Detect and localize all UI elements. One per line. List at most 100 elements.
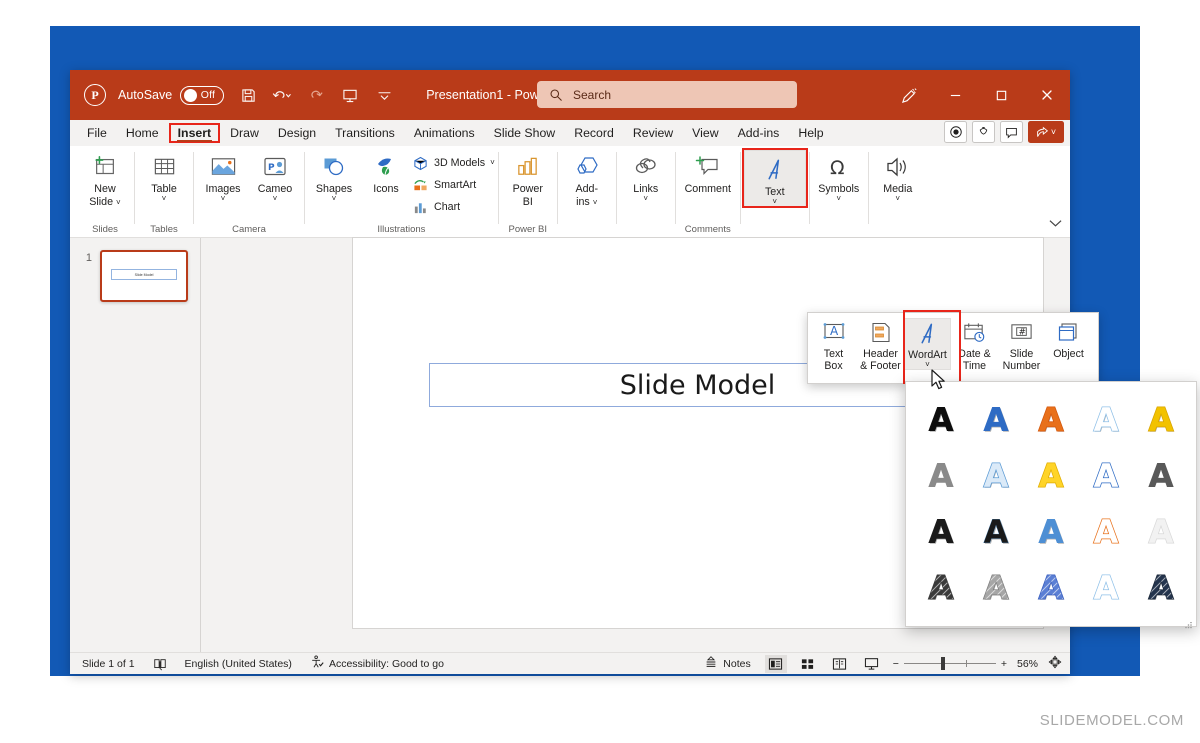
accessibility-status[interactable]: Accessibility: Good to go bbox=[310, 655, 444, 672]
tab-design[interactable]: Design bbox=[269, 124, 325, 142]
collapse-ribbon-chevron-icon[interactable] bbox=[1049, 219, 1062, 231]
wordart-style-12[interactable]: AA bbox=[969, 504, 1024, 560]
resize-grip-icon[interactable] bbox=[1185, 616, 1192, 629]
chevron-down-icon: ˅ bbox=[331, 194, 337, 203]
wordart-style-1[interactable]: AA bbox=[914, 392, 969, 448]
language-label[interactable]: English (United States) bbox=[185, 658, 292, 670]
share-button[interactable]: ˅ bbox=[1028, 121, 1064, 143]
undo-icon[interactable] bbox=[272, 84, 292, 106]
wordart-style-5[interactable]: AA bbox=[1133, 392, 1188, 448]
start-presentation-icon[interactable] bbox=[340, 84, 360, 106]
date-time-menu-item[interactable]: Date & Time bbox=[951, 318, 998, 372]
share-chevron-icon: ˅ bbox=[1050, 127, 1057, 137]
wordart-style-14[interactable]: A bbox=[1078, 504, 1133, 560]
images-button[interactable]: Images ˅ bbox=[197, 150, 249, 203]
thumbnail-row: 1 Slide Model bbox=[70, 238, 200, 302]
wordart-style-19[interactable]: AA bbox=[1078, 560, 1133, 616]
new-slide-button[interactable]: New Slide ˅ bbox=[79, 150, 131, 208]
accessibility-label: Accessibility: Good to go bbox=[328, 657, 444, 670]
chart-button[interactable]: Chart bbox=[412, 197, 495, 217]
wordart-menu-item[interactable]: WordArt ˅ bbox=[904, 318, 951, 370]
maximize-icon[interactable] bbox=[978, 70, 1024, 120]
comment-button[interactable]: Comment bbox=[679, 150, 737, 195]
wordart-style-9[interactable]: A bbox=[1078, 448, 1133, 504]
tab-file[interactable]: File bbox=[78, 124, 116, 142]
quick-access-more-icon[interactable] bbox=[374, 84, 394, 106]
reading-view-icon[interactable] bbox=[829, 655, 851, 673]
copilot-icon[interactable] bbox=[972, 121, 995, 143]
shapes-button[interactable]: Shapes ˅ bbox=[308, 150, 360, 203]
pen-tools-icon[interactable] bbox=[886, 70, 932, 120]
normal-view-icon[interactable] bbox=[764, 654, 787, 673]
save-icon[interactable] bbox=[238, 84, 258, 106]
tab-add-ins[interactable]: Add-ins bbox=[729, 124, 789, 142]
slide-thumbnail-pane[interactable]: 1 Slide Model bbox=[70, 238, 200, 652]
slide-thumbnail-1[interactable]: Slide Model bbox=[100, 250, 188, 302]
wordart-style-17[interactable]: AAA bbox=[969, 560, 1024, 616]
wordart-style-20[interactable]: AAA bbox=[1133, 560, 1188, 616]
links-button[interactable]: Links ˅ bbox=[620, 150, 672, 203]
chevron-down-icon: ˅ bbox=[925, 360, 930, 369]
media-button[interactable]: Media ˅ bbox=[872, 150, 924, 203]
notes-button[interactable]: Notes bbox=[704, 655, 751, 672]
tab-slide-show[interactable]: Slide Show bbox=[485, 124, 565, 142]
symbols-button[interactable]: Ω Symbols ˅ bbox=[813, 150, 865, 203]
fit-to-window-icon[interactable] bbox=[1048, 655, 1062, 672]
power-bi-button[interactable]: Power BI bbox=[502, 150, 554, 208]
autosave-toggle[interactable]: Off bbox=[180, 85, 225, 105]
add-ins-button[interactable]: Add- ins ˅ bbox=[561, 150, 613, 208]
zoom-track[interactable] bbox=[903, 656, 996, 670]
icons-button[interactable]: Icons bbox=[360, 150, 412, 195]
wordart-style-8[interactable]: A bbox=[1024, 448, 1079, 504]
wordart-style-13[interactable]: AA bbox=[1024, 504, 1079, 560]
wordart-style-3[interactable]: AA bbox=[1024, 392, 1079, 448]
close-icon[interactable] bbox=[1024, 70, 1070, 120]
header-footer-menu-item[interactable]: Header & Footer bbox=[857, 318, 904, 372]
chevron-down-icon: ˅ bbox=[272, 194, 278, 203]
wordart-style-16[interactable]: AAA bbox=[914, 560, 969, 616]
tab-draw[interactable]: Draw bbox=[221, 124, 268, 142]
text-box-menu-item[interactable]: A Text Box bbox=[810, 318, 857, 372]
slide-sorter-icon[interactable] bbox=[797, 655, 819, 673]
zoom-slider[interactable]: − + bbox=[893, 656, 1007, 670]
zoom-out-icon[interactable]: − bbox=[893, 658, 899, 670]
slide-number-menu-item[interactable]: # Slide Number bbox=[998, 318, 1045, 372]
wordart-style-gallery: AAAAAAAAAAAAAAAAAAAAAAAAAAAAAAAAAAAAAA bbox=[905, 381, 1197, 629]
comments-icon[interactable] bbox=[1000, 121, 1023, 143]
zoom-thumb[interactable] bbox=[940, 656, 945, 670]
redo-icon[interactable] bbox=[306, 84, 326, 106]
zoom-in-icon[interactable]: + bbox=[1001, 658, 1007, 670]
smartart-button[interactable]: SmartArt bbox=[412, 175, 495, 195]
tab-record[interactable]: Record bbox=[565, 124, 623, 142]
wordart-style-7[interactable]: AA bbox=[969, 448, 1024, 504]
tab-insert[interactable]: Insert bbox=[168, 123, 221, 143]
wordart-style-4[interactable]: AA bbox=[1078, 392, 1133, 448]
wordart-style-6[interactable]: A bbox=[914, 448, 969, 504]
table-button[interactable]: Table ˅ bbox=[138, 150, 190, 203]
tab-view[interactable]: View bbox=[683, 124, 727, 142]
wordart-style-15[interactable]: A bbox=[1133, 504, 1188, 560]
power-bi-label-1: Power bbox=[512, 183, 543, 195]
wordart-style-11[interactable]: AA bbox=[914, 504, 969, 560]
object-menu-item[interactable]: Object bbox=[1045, 318, 1092, 360]
record-circle-icon[interactable] bbox=[944, 121, 967, 143]
media-speaker-icon bbox=[885, 152, 911, 182]
tab-help[interactable]: Help bbox=[789, 124, 832, 142]
window-controls bbox=[886, 70, 1070, 120]
tab-home[interactable]: Home bbox=[117, 124, 168, 142]
wordart-style-2[interactable]: AA bbox=[969, 392, 1024, 448]
tab-animations[interactable]: Animations bbox=[405, 124, 484, 142]
minimize-icon[interactable] bbox=[932, 70, 978, 120]
cameo-button[interactable]: P Cameo ˅ bbox=[249, 150, 301, 203]
tab-review[interactable]: Review bbox=[624, 124, 682, 142]
notes-page-icon[interactable] bbox=[153, 657, 167, 671]
text-button[interactable]: Text ˅ bbox=[741, 148, 808, 208]
wordart-style-10[interactable]: A bbox=[1133, 448, 1188, 504]
search-input[interactable]: Search bbox=[537, 81, 797, 108]
3d-models-button[interactable]: 3D Models ˅ bbox=[412, 153, 495, 173]
slide-count-label[interactable]: Slide 1 of 1 bbox=[82, 658, 135, 670]
tab-transitions[interactable]: Transitions bbox=[326, 124, 404, 142]
wordart-style-18[interactable]: AAA bbox=[1024, 560, 1079, 616]
slideshow-view-icon[interactable] bbox=[861, 655, 883, 673]
zoom-level-label[interactable]: 56% bbox=[1017, 658, 1038, 670]
